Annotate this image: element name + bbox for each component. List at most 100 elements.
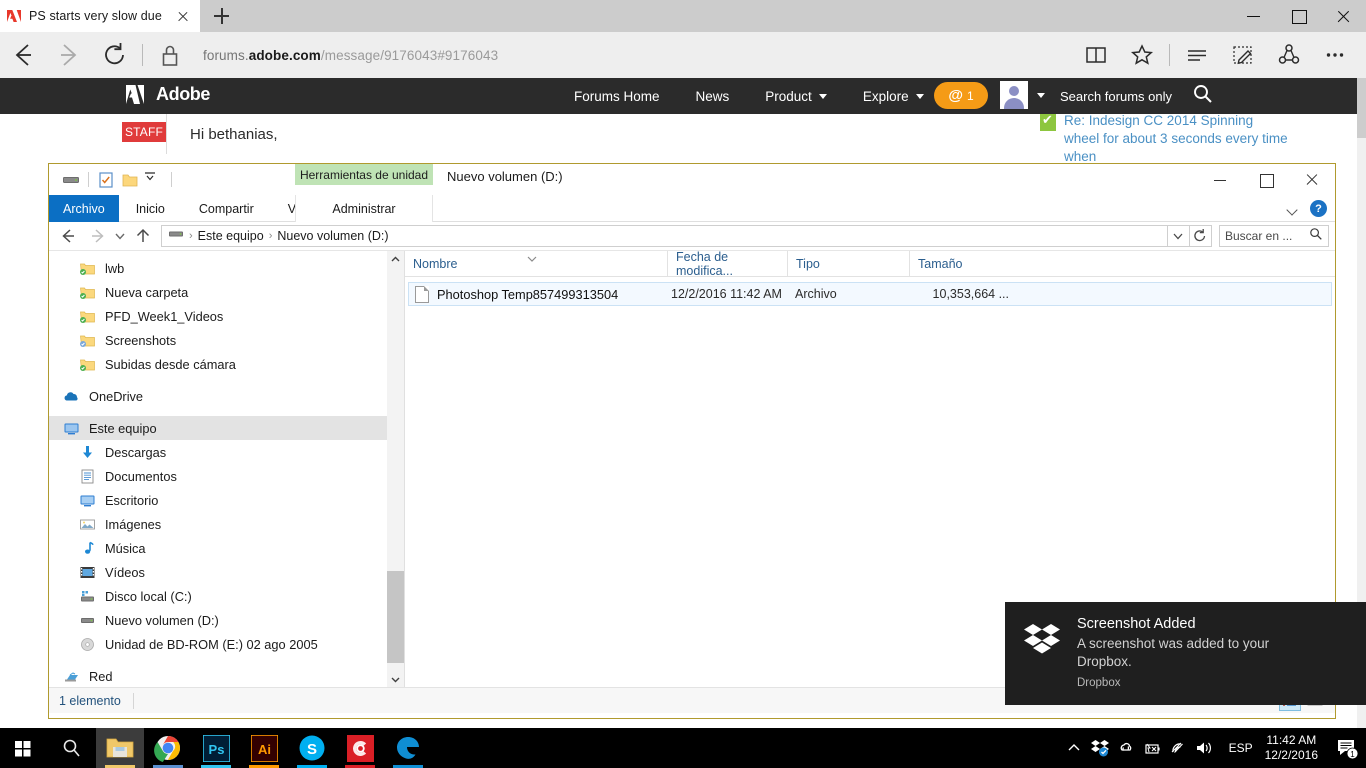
scroll-up-icon[interactable] (387, 251, 404, 268)
search-icon[interactable] (1192, 83, 1214, 110)
nav-item-videos[interactable]: Vídeos (49, 560, 404, 584)
nav-item-red[interactable]: Red (49, 664, 404, 687)
help-icon[interactable]: ? (1310, 200, 1327, 217)
web-note-icon[interactable] (1220, 32, 1266, 78)
column-header-fecha[interactable]: Fecha de modifica... (667, 250, 787, 278)
column-header-tipo[interactable]: Tipo (787, 251, 909, 277)
related-thread-link[interactable]: Re: Indesign CC 2014 Spinning wheel for … (1064, 112, 1290, 166)
up-one-level-icon[interactable] (129, 223, 157, 249)
scroll-down-icon[interactable] (387, 671, 404, 687)
explorer-titlebar[interactable]: Herramientas de unidad Nuevo volumen (D:… (49, 164, 1335, 195)
browser-maximize-button[interactable] (1276, 0, 1321, 32)
nav-item-escritorio[interactable]: Escritorio (49, 488, 404, 512)
onedrive-tray-icon[interactable] (1113, 728, 1139, 768)
nav-item-musica[interactable]: Música (49, 536, 404, 560)
browser-tab[interactable]: PS starts very slow due (0, 0, 200, 32)
browser-minimize-button[interactable] (1231, 0, 1276, 32)
taskbar-photoshop[interactable]: Ps (192, 728, 240, 768)
nav-item-disco-local-c[interactable]: Disco local (C:) (49, 584, 404, 608)
navigation-pane-scrollbar[interactable] (387, 251, 404, 687)
nav-product[interactable]: Product (747, 78, 845, 114)
language-indicator[interactable]: ESP (1217, 741, 1265, 755)
explorer-forward-icon[interactable] (83, 223, 111, 249)
breadcrumb[interactable]: › Este equipo › Nuevo volumen (D:) (161, 225, 1168, 247)
reading-view-icon[interactable] (1073, 32, 1119, 78)
nav-item-lwb[interactable]: lwb (49, 256, 404, 280)
nav-news[interactable]: News (678, 78, 748, 114)
nav-item-screenshots[interactable]: Screenshots (49, 328, 404, 352)
refresh-icon[interactable] (1190, 225, 1212, 247)
battery-icon[interactable] (1139, 728, 1165, 768)
hub-icon[interactable] (1174, 32, 1220, 78)
nav-item-nueva-carpeta[interactable]: Nueva carpeta (49, 280, 404, 304)
taskbar-edge[interactable] (384, 728, 432, 768)
search-icon (1309, 227, 1323, 246)
explorer-maximize-button[interactable] (1243, 164, 1289, 195)
mentions-badge[interactable]: @ 1 (934, 82, 988, 109)
customize-qat-chevron-icon[interactable] (142, 168, 166, 192)
volume-icon[interactable] (1191, 728, 1217, 768)
wifi-icon[interactable] (1165, 728, 1191, 768)
adobe-logo[interactable]: Adobe (124, 84, 210, 105)
explorer-minimize-button[interactable] (1197, 164, 1243, 195)
tab-close-icon[interactable] (172, 5, 194, 27)
clock[interactable]: 11:42 AM 12/2/2016 (1265, 733, 1328, 763)
action-center-icon[interactable]: 1 (1328, 728, 1366, 768)
explorer-close-button[interactable] (1289, 164, 1335, 195)
nav-item-este-equipo[interactable]: Este equipo (49, 416, 404, 440)
new-tab-button[interactable] (200, 0, 242, 32)
column-header-nombre[interactable]: Nombre (405, 251, 667, 277)
nav-explore[interactable]: Explore (845, 78, 942, 114)
navigation-scrollbar-thumb[interactable] (387, 571, 404, 663)
nav-item-imagenes[interactable]: Imágenes (49, 512, 404, 536)
breadcrumb-item-este-equipo[interactable]: Este equipo (198, 229, 264, 243)
start-icon[interactable] (0, 728, 48, 768)
taskbar-illustrator[interactable]: Ai (240, 728, 288, 768)
column-header-tamano[interactable]: Tamaño (909, 251, 1009, 277)
ribbon-tab-archivo[interactable]: Archivo (49, 195, 119, 222)
explorer-back-icon[interactable] (55, 223, 83, 249)
nav-item-onedrive[interactable]: OneDrive (49, 384, 404, 408)
favorites-star-icon[interactable] (1119, 32, 1165, 78)
nav-item-pfd-week1-videos[interactable]: PFD_Week1_Videos (49, 304, 404, 328)
dropbox-notification-toast[interactable]: Screenshot Added A screenshot was added … (1005, 602, 1366, 705)
more-icon[interactable] (1312, 32, 1358, 78)
taskbar-creative-cloud[interactable] (336, 728, 384, 768)
page-scrollbar-thumb[interactable] (1357, 78, 1366, 138)
taskbar-file-explorer[interactable] (96, 728, 144, 768)
forward-icon[interactable] (46, 32, 92, 78)
ribbon-tab-inicio[interactable]: Inicio (119, 195, 182, 222)
refresh-icon[interactable] (92, 32, 138, 78)
nav-item-documentos[interactable]: Documentos (49, 464, 404, 488)
dropbox-tray-icon[interactable] (1087, 728, 1113, 768)
address-dropdown-icon[interactable] (1168, 225, 1190, 247)
address-bar[interactable]: forums.adobe.com/message/9176043#9176043 (193, 32, 1073, 78)
breadcrumb-item-nuevo-volumen[interactable]: Nuevo volumen (D:) (277, 229, 388, 243)
search-placeholder: Buscar en ... (1225, 229, 1293, 243)
table-row[interactable]: Photoshop Temp857499313504 12/2/2016 11:… (408, 282, 1332, 306)
nav-forums-home[interactable]: Forums Home (556, 78, 678, 114)
ribbon-tab-compartir[interactable]: Compartir (182, 195, 271, 222)
new-folder-icon[interactable] (118, 168, 142, 192)
back-icon[interactable] (0, 32, 46, 78)
file-name-cell[interactable]: Photoshop Temp857499313504 (409, 285, 671, 303)
nav-item-nuevo-volumen-d[interactable]: Nuevo volumen (D:) (49, 608, 404, 632)
browser-close-button[interactable] (1321, 0, 1366, 32)
breadcrumb-separator: › (189, 230, 193, 242)
nav-item-unidad-bd-rom-e[interactable]: Unidad de BD-ROM (E:) 02 ago 2005 (49, 632, 404, 656)
ribbon-tab-administrar[interactable]: Administrar (295, 195, 433, 222)
search-icon[interactable] (48, 728, 96, 768)
user-menu[interactable] (1000, 81, 1045, 109)
properties-icon[interactable] (94, 168, 118, 192)
share-icon[interactable] (1266, 32, 1312, 78)
nav-item-descargas[interactable]: Descargas (49, 440, 404, 464)
nav-item-subidas-desde-camara[interactable]: Subidas desde cámara (49, 352, 404, 376)
collapse-ribbon-chevron-icon[interactable] (1284, 201, 1300, 217)
show-hidden-icons[interactable] (1061, 728, 1087, 768)
file-type-cell: Archivo (795, 287, 837, 301)
taskbar-skype[interactable]: S (288, 728, 336, 768)
recent-locations-chevron-icon[interactable] (111, 223, 129, 249)
forum-search[interactable]: Search forums only (1060, 78, 1214, 114)
taskbar-chrome[interactable] (144, 728, 192, 768)
search-input[interactable]: Buscar en ... (1219, 225, 1329, 247)
